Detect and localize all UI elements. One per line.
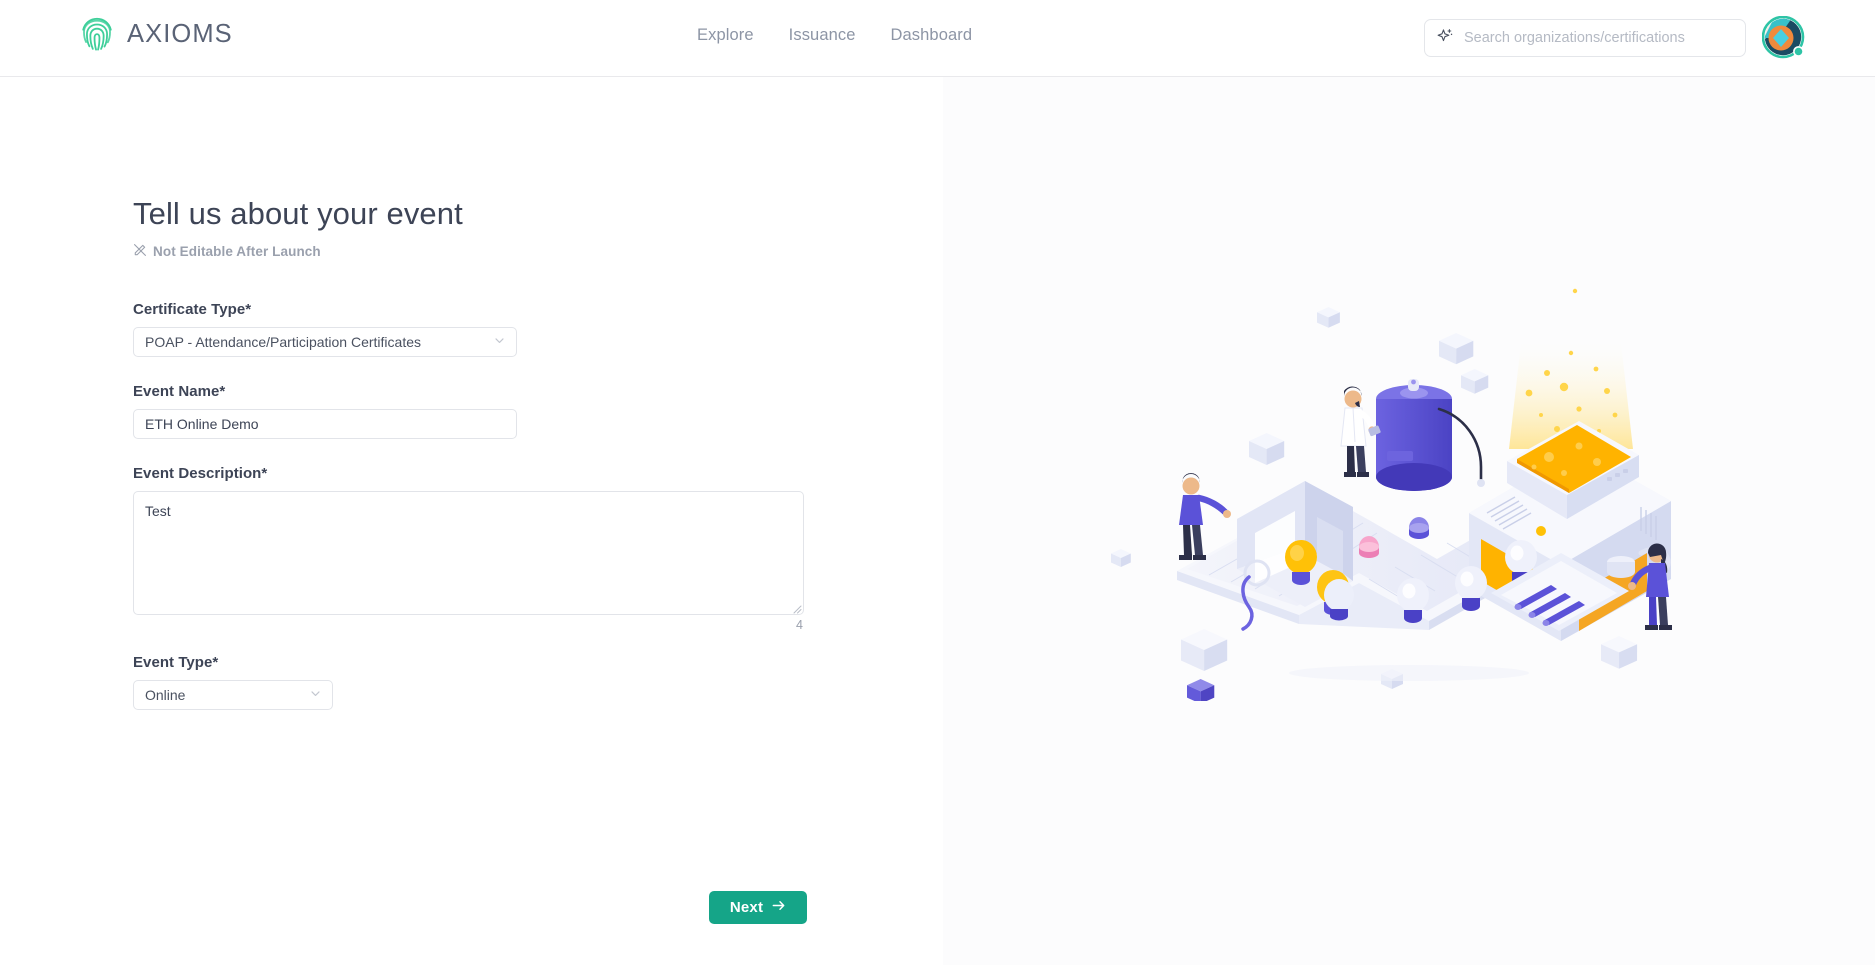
- event-type-select[interactable]: Online: [133, 680, 333, 711]
- event-type-label: Event Type*: [133, 654, 219, 672]
- form-actions: Next: [709, 891, 807, 924]
- avatar[interactable]: [1761, 15, 1805, 59]
- next-button[interactable]: Next: [709, 891, 807, 924]
- next-button-label: Next: [729, 899, 764, 916]
- event-description-label: Event Description*: [133, 465, 268, 483]
- nav-link-explore[interactable]: Explore: [697, 26, 754, 45]
- certificate-type-value: POAP - Attendance/Participation Certific…: [145, 334, 421, 351]
- search-input[interactable]: [1464, 30, 1733, 46]
- certificate-type-label: Certificate Type*: [133, 301, 252, 319]
- field-certificate-type: Certificate Type* POAP - Attendance/Part…: [133, 301, 833, 358]
- fingerprint-icon: [78, 14, 116, 54]
- page-title: Tell us about your event: [133, 196, 463, 231]
- not-editable-notice: Not Editable After Launch: [133, 243, 833, 260]
- edit-disabled-icon: [133, 243, 147, 260]
- nav-links: Explore Issuance Dashboard: [697, 26, 972, 45]
- event-name-input[interactable]: [133, 409, 517, 440]
- illustration-panel: [943, 77, 1875, 965]
- event-name-label: Event Name*: [133, 383, 226, 401]
- nav-link-issuance[interactable]: Issuance: [789, 26, 856, 45]
- isometric-idea-factory-illustration: [1109, 288, 1709, 701]
- form-panel: Tell us about your event Not Editable Af…: [0, 77, 943, 965]
- search-bar[interactable]: [1424, 19, 1746, 57]
- field-event-name: Event Name*: [133, 383, 833, 440]
- brand-name: AXIOMS: [127, 19, 233, 48]
- top-navigation-bar: AXIOMS Explore Issuance Dashboard: [0, 0, 1875, 77]
- event-description-textarea[interactable]: [133, 491, 804, 616]
- event-description-wrapper: [133, 491, 804, 616]
- not-editable-notice-label: Not Editable After Launch: [153, 244, 321, 260]
- chevron-down-icon: [302, 686, 321, 704]
- event-type-value: Online: [145, 687, 186, 704]
- event-form: Tell us about your event Not Editable Af…: [133, 195, 833, 711]
- nav-link-dashboard[interactable]: Dashboard: [891, 26, 973, 45]
- arrow-right-icon: [771, 898, 786, 917]
- field-event-type: Event Type* Online: [133, 654, 833, 711]
- brand-logo[interactable]: AXIOMS: [78, 14, 233, 54]
- certificate-type-select[interactable]: POAP - Attendance/Participation Certific…: [133, 327, 517, 358]
- ai-sparkle-icon: [1437, 27, 1454, 49]
- field-event-description: Event Description* 4: [133, 465, 833, 632]
- chevron-down-icon: [486, 333, 505, 351]
- character-count: 4: [796, 618, 803, 633]
